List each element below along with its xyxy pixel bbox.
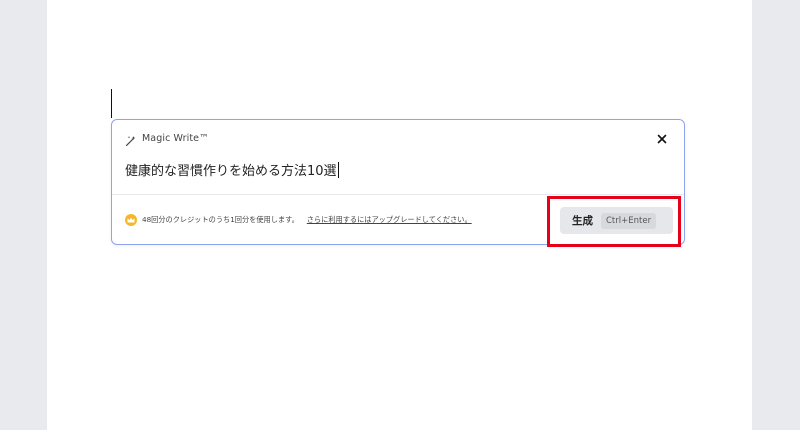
prompt-input[interactable]: 健康的な習慣作りを始める方法10選	[125, 160, 339, 179]
generate-button[interactable]: 生成 Ctrl+Enter	[560, 207, 673, 234]
close-icon	[657, 134, 667, 144]
credits-text: 48回分のクレジットのうち1回分を使用します。	[142, 215, 299, 224]
panel-divider	[112, 194, 684, 195]
document-text-cursor	[111, 89, 112, 118]
close-button[interactable]	[654, 131, 670, 147]
prompt-text-cursor	[337, 161, 339, 178]
credits-footer: 48回分のクレジットのうち1回分を使用します。 さらに利用するにはアップグレード…	[125, 214, 472, 226]
keyboard-shortcut-badge: Ctrl+Enter	[601, 212, 657, 229]
magic-wand-icon	[125, 132, 137, 147]
generate-label: 生成	[572, 215, 593, 227]
panel-header: Magic Write™	[125, 132, 209, 147]
magic-write-panel: Magic Write™ 健康的な習慣作りを始める方法10選 48回分のクレジッ…	[111, 119, 685, 245]
upgrade-link[interactable]: さらに利用するにはアップグレードしてください。	[307, 215, 472, 225]
panel-title: Magic Write™	[142, 132, 209, 144]
crown-icon	[125, 214, 137, 226]
prompt-text: 健康的な習慣作りを始める方法10選	[125, 164, 337, 179]
